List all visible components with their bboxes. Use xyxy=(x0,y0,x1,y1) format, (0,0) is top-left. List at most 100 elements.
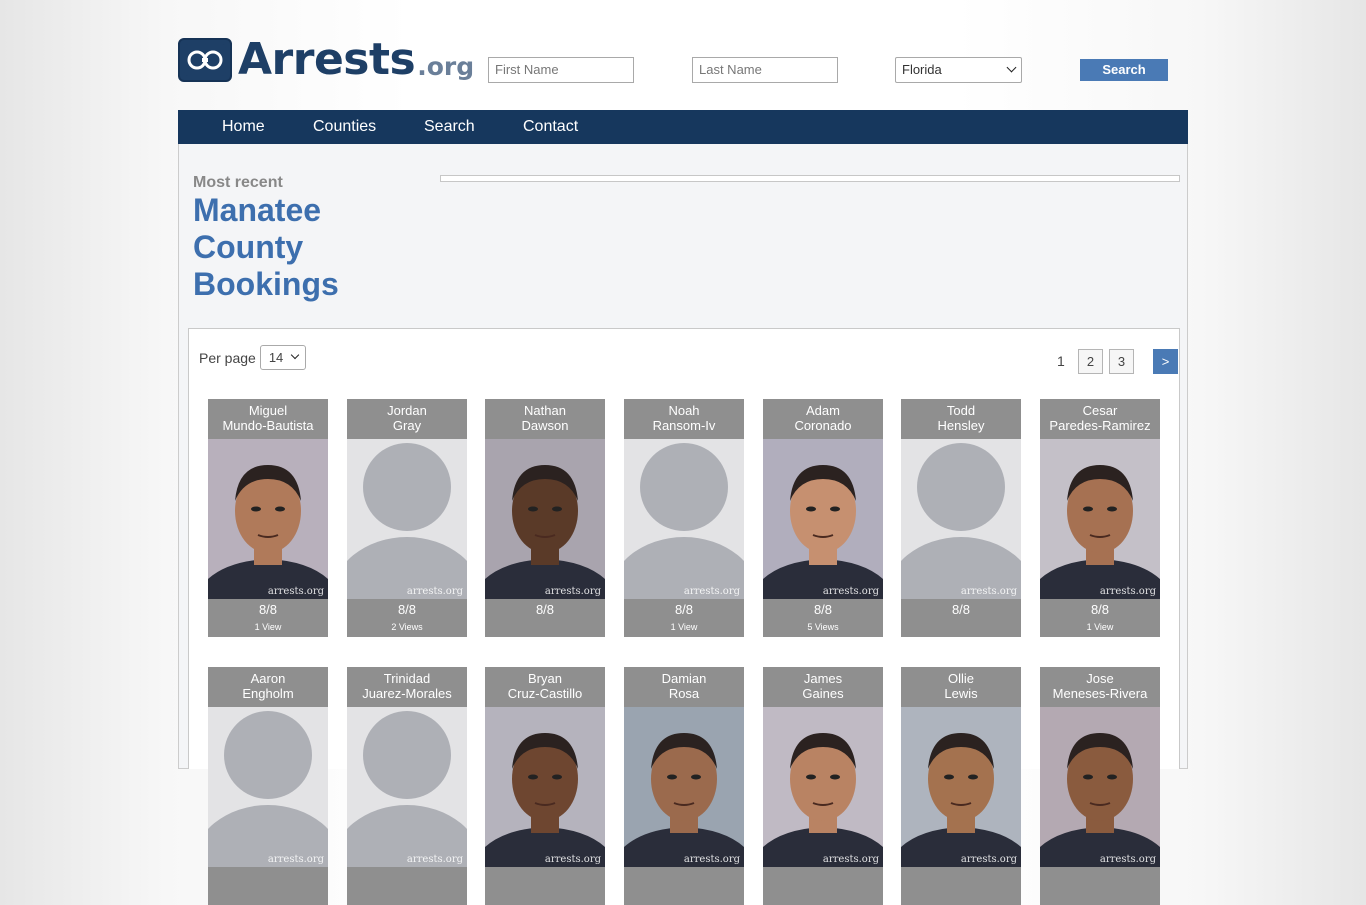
ad-banner xyxy=(440,175,1180,182)
booking-card[interactable]: Adam Coronado arrests.org 8/8 5 Views xyxy=(763,399,883,637)
mugshot-photo[interactable]: arrests.org xyxy=(763,439,883,599)
nav-home[interactable]: Home xyxy=(222,110,265,144)
watermark: arrests.org xyxy=(822,854,879,865)
mugshot-photo[interactable]: arrests.org xyxy=(1040,439,1160,599)
booking-card[interactable]: James Gaines arrests.org xyxy=(763,667,883,905)
logo-text: Arrests xyxy=(238,34,416,85)
per-page-control: Per page 14 xyxy=(199,345,306,370)
booking-first-name: Noah xyxy=(668,403,700,418)
booking-name[interactable]: Nathan Dawson xyxy=(485,403,605,433)
watermark: arrests.org xyxy=(822,586,879,597)
booking-name[interactable]: Cesar Paredes-Ramirez xyxy=(1040,403,1160,433)
booking-card[interactable]: Nathan Dawson arrests.org 8/8 xyxy=(485,399,605,637)
default-avatar-icon[interactable]: arrests.org xyxy=(347,439,467,599)
booking-name[interactable]: Adam Coronado xyxy=(763,403,883,433)
watermark: arrests.org xyxy=(1099,854,1156,865)
nav-search[interactable]: Search xyxy=(424,110,475,144)
booking-first-name: Adam xyxy=(806,403,840,418)
booking-card[interactable]: Cesar Paredes-Ramirez arrests.org 8/8 1 View xyxy=(1040,399,1160,637)
booking-card[interactable]: Ollie Lewis arrests.org xyxy=(901,667,1021,905)
booking-name[interactable]: Bryan Cruz-Castillo xyxy=(485,671,605,701)
watermark: arrests.org xyxy=(406,854,463,865)
watermark: arrests.org xyxy=(1099,586,1156,597)
default-avatar-icon[interactable]: arrests.org xyxy=(208,707,328,867)
booking-card[interactable]: Noah Ransom-Iv arrests.org 8/8 1 View xyxy=(624,399,744,637)
default-avatar-icon[interactable]: arrests.org xyxy=(901,439,1021,599)
per-page-value: 14 xyxy=(268,350,284,365)
booking-name[interactable]: Trinidad Juarez-Morales xyxy=(347,671,467,701)
mugshot-photo[interactable]: arrests.org xyxy=(901,707,1021,867)
chevron-down-icon xyxy=(1006,62,1017,73)
nav-counties[interactable]: Counties xyxy=(313,110,376,144)
mugshot-photo[interactable]: arrests.org xyxy=(624,707,744,867)
booking-views: 1 View xyxy=(254,622,282,632)
mugshot-photo[interactable]: arrests.org xyxy=(763,707,883,867)
booking-card[interactable]: Miguel Mundo-Bautista arrests.org 8/8 1 View xyxy=(208,399,328,637)
mugshot-photo[interactable]: arrests.org xyxy=(1040,707,1160,867)
search-button[interactable]: Search xyxy=(1080,59,1168,81)
booking-card[interactable]: Jose Meneses-Rivera arrests.org xyxy=(1040,667,1160,905)
booking-name[interactable]: Miguel Mundo-Bautista xyxy=(208,403,328,433)
booking-name[interactable]: Jose Meneses-Rivera xyxy=(1040,671,1160,701)
booking-card[interactable]: Jordan Gray arrests.org 8/8 2 Views xyxy=(347,399,467,637)
booking-name[interactable]: Jordan Gray xyxy=(347,403,467,433)
booking-last-name: Ransom-Iv xyxy=(652,418,716,433)
booking-last-name: Meneses-Rivera xyxy=(1052,686,1148,701)
booking-last-name: Gray xyxy=(392,418,422,433)
booking-last-name: Dawson xyxy=(521,418,569,433)
chevron-down-icon xyxy=(290,350,300,360)
booking-name[interactable]: Noah Ransom-Iv xyxy=(624,403,744,433)
main-nav: Home Counties Search Contact xyxy=(178,110,1188,144)
watermark: arrests.org xyxy=(544,586,601,597)
booking-card[interactable]: Trinidad Juarez-Morales arrests.org xyxy=(347,667,467,905)
watermark: arrests.org xyxy=(960,586,1017,597)
booking-last-name: Cruz-Castillo xyxy=(507,686,583,701)
booking-first-name: James xyxy=(803,671,843,686)
watermark: arrests.org xyxy=(683,854,740,865)
first-name-input[interactable]: First Name xyxy=(488,57,634,83)
mugshot-photo[interactable]: arrests.org xyxy=(485,707,605,867)
pagination-page-2[interactable]: 2 xyxy=(1078,349,1103,374)
booking-last-name: Hensley xyxy=(937,418,985,433)
booking-card[interactable]: Damian Rosa arrests.org xyxy=(624,667,744,905)
pagination-page-3[interactable]: 3 xyxy=(1109,349,1134,374)
booking-first-name: Damian xyxy=(661,671,707,686)
watermark: arrests.org xyxy=(544,854,601,865)
pagination-next-button[interactable]: > xyxy=(1153,349,1178,374)
booking-name[interactable]: Todd Hensley xyxy=(901,403,1021,433)
handcuffs-logo-icon xyxy=(178,38,232,82)
booking-views: 5 Views xyxy=(807,622,839,632)
booking-card[interactable]: Aaron Engholm arrests.org xyxy=(208,667,328,905)
nav-contact[interactable]: Contact xyxy=(523,110,578,144)
booking-name[interactable]: Ollie Lewis xyxy=(901,671,1021,701)
mugshot-photo[interactable]: arrests.org xyxy=(485,439,605,599)
booking-date: 8/8 xyxy=(1090,602,1110,617)
booking-date: 8/8 xyxy=(397,602,417,617)
booking-card[interactable]: Bryan Cruz-Castillo arrests.org xyxy=(485,667,605,905)
per-page-select[interactable]: 14 xyxy=(259,345,306,370)
results-panel: Per page 14 1 2 3 > Miguel Mundo-Bautista… xyxy=(188,328,1180,905)
booking-last-name: Coronado xyxy=(794,418,852,433)
booking-date: 8/8 xyxy=(258,602,278,617)
booking-last-name: Rosa xyxy=(668,686,700,701)
booking-name[interactable]: Damian Rosa xyxy=(624,671,744,701)
watermark: arrests.org xyxy=(406,586,463,597)
site-logo[interactable]: Arrests .org xyxy=(178,34,474,82)
booking-last-name: Mundo-Bautista xyxy=(222,418,314,433)
booking-first-name: Trinidad xyxy=(383,671,431,686)
booking-name[interactable]: Aaron Engholm xyxy=(208,671,328,701)
watermark: arrests.org xyxy=(267,854,324,865)
mugshot-photo[interactable]: arrests.org xyxy=(208,439,328,599)
booking-first-name: Jordan xyxy=(387,403,427,418)
default-avatar-icon[interactable]: arrests.org xyxy=(624,439,744,599)
default-avatar-icon[interactable]: arrests.org xyxy=(347,707,467,867)
state-select[interactable]: Florida xyxy=(895,57,1022,83)
booking-last-name: Lewis xyxy=(944,686,978,701)
booking-first-name: Cesar xyxy=(1082,403,1118,418)
booking-card[interactable]: Todd Hensley arrests.org 8/8 xyxy=(901,399,1021,637)
booking-name[interactable]: James Gaines xyxy=(763,671,883,701)
booking-first-name: Nathan xyxy=(524,403,566,418)
booking-first-name: Todd xyxy=(946,403,976,418)
state-select-value: Florida xyxy=(902,62,942,77)
last-name-input[interactable]: Last Name xyxy=(692,57,838,83)
